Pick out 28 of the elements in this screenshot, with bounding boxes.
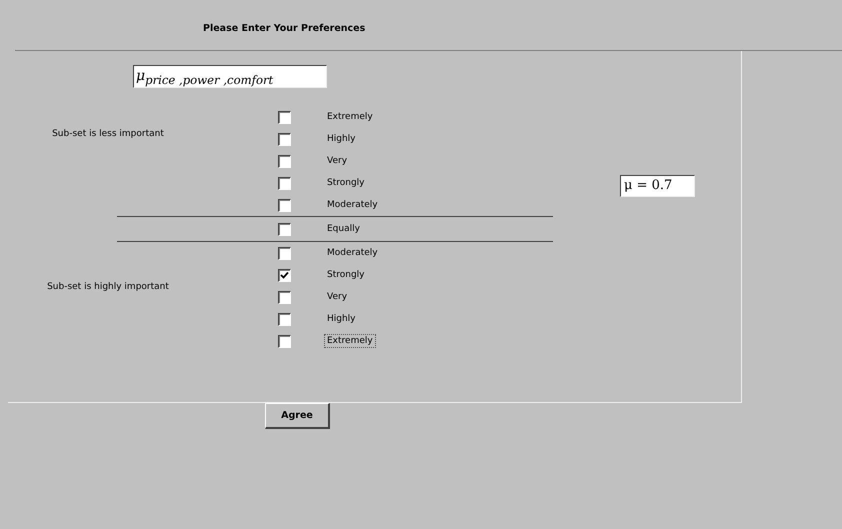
form-title: Please Enter Your Preferences: [203, 22, 366, 34]
option-label: Strongly: [326, 269, 366, 282]
agree-button[interactable]: Agree: [265, 403, 330, 429]
option-label: Very: [326, 155, 348, 168]
checkbox[interactable]: [278, 268, 291, 282]
checkbox[interactable]: [278, 176, 291, 190]
option-label: Highly: [326, 313, 357, 326]
group-label: Sub-set is less important: [51, 129, 165, 141]
option-label: Moderately: [326, 199, 379, 212]
checkbox[interactable]: [278, 198, 291, 212]
option-label: Strongly: [326, 177, 366, 190]
option-label: Extremely: [324, 334, 376, 348]
result-field: μ = 0.7: [620, 175, 695, 197]
checkbox[interactable]: [278, 290, 291, 304]
option-label: Highly: [326, 133, 357, 146]
checkbox[interactable]: [278, 334, 291, 348]
checkbox[interactable]: [278, 110, 291, 124]
option-label: Moderately: [326, 247, 379, 260]
checkbox[interactable]: [278, 132, 291, 146]
checkbox[interactable]: [278, 154, 291, 168]
formula-field: μ$_{price ,power ,comfort}$: [133, 65, 327, 88]
checkbox[interactable]: [278, 222, 291, 236]
option-label: Very: [326, 291, 348, 304]
checkbox[interactable]: [278, 312, 291, 326]
option-label: Extremely: [326, 111, 374, 124]
option-label: Equally: [326, 223, 361, 236]
checkbox[interactable]: [278, 246, 291, 260]
group-label: Sub-set is highly important: [46, 282, 170, 292]
